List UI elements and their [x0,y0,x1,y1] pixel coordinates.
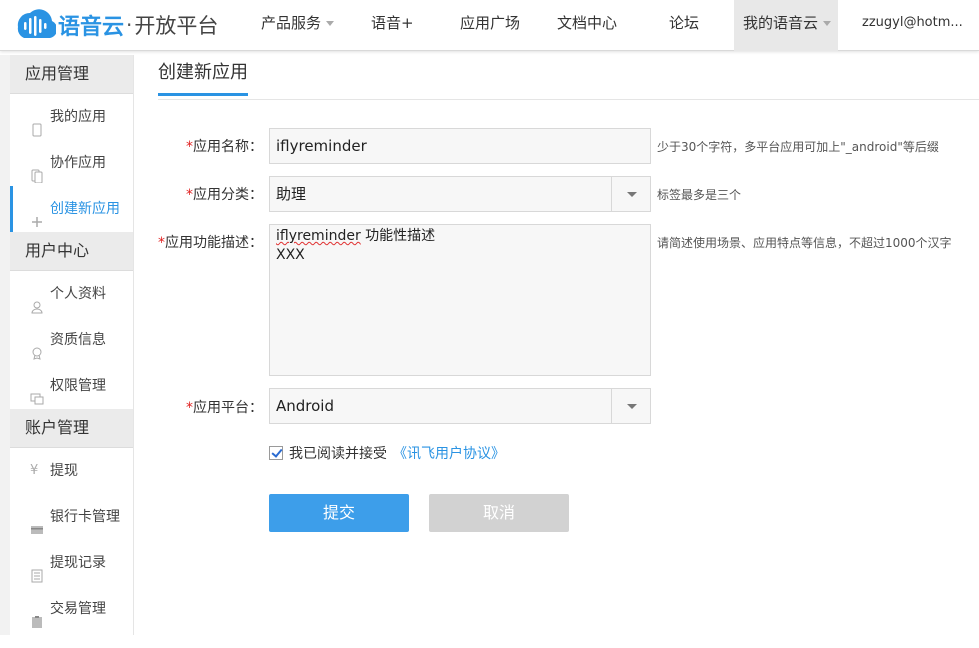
sidebar-item-withdraw-records[interactable]: 提现记录 [10,540,133,586]
description-text: 功能性描述 [360,228,436,244]
sidebar-item-my-apps[interactable]: 我的应用 [10,94,133,140]
agreement-text: 我已阅读并接受 [289,446,387,462]
app-category-hint: 标签最多是三个 [657,188,742,202]
app-category-select[interactable]: 助理 [269,176,651,212]
nav-app-square[interactable]: 应用广场 [460,0,520,51]
app-category-label-text: 应用分类： [193,187,263,203]
app-name-label-text: 应用名称： [193,139,263,155]
voice-cloud-logo-icon [12,7,58,43]
sidebar-item-label: 资质信息 [50,332,106,348]
user-email: zzugyl@hotm... [862,15,963,30]
sidebar-item-qualification[interactable]: 资质信息 [10,317,133,363]
sidebar-item-label: 提现记录 [50,555,106,571]
sidebar-item-label: 协作应用 [50,155,106,171]
agreement-row: 我已阅读并接受 《讯飞用户协议》 [269,443,505,463]
sidebar-group-app-management: 应用管理 [10,55,133,94]
nav-voice-plus-label: 语音+ [371,14,414,32]
badge-icon [30,333,44,360]
app-name-input[interactable]: iflyreminder [269,128,651,164]
sidebar-item-transactions[interactable]: 交易管理 [10,586,133,632]
user-icon [30,287,44,314]
user-account-menu[interactable]: zzugyl@hotm... [862,0,963,51]
misspelled-word: iflyreminder [276,228,361,244]
sidebar-item-withdraw[interactable]: ¥ 提现 [10,448,133,494]
required-mark: * [186,187,193,203]
sidebar-item-label: 提现 [50,463,78,479]
list-icon [30,556,44,583]
nav-voice-plus[interactable]: 语音+ [371,0,414,51]
required-mark: * [186,139,193,155]
top-nav-bar: 语音云 · 开放平台 产品服务 语音+ 应用广场 文档中心 论坛 我的语音云 z… [0,0,979,51]
app-category-value: 助理 [276,185,307,203]
sidebar-item-label: 个人资料 [50,286,106,302]
description-line-1: iflyreminder 功能性描述 [276,227,644,246]
app-description-label: *应用功能描述： [158,232,263,252]
nav-forum-label: 论坛 [669,14,700,32]
nav-products[interactable]: 产品服务 [261,0,335,51]
chevron-down-icon [823,21,832,26]
required-mark: * [186,400,193,416]
app-platform-select[interactable]: Android [269,388,651,424]
description-line-2: XXX [276,247,305,263]
phone-icon [30,110,44,137]
sidebar-item-collab-apps[interactable]: 协作应用 [10,140,133,186]
app-category-label: *应用分类： [186,184,263,204]
sidebar-group-user-center: 用户中心 [10,232,133,271]
sidebar-item-label: 交易管理 [50,601,106,617]
card-icon [30,510,44,534]
app-platform-label: *应用平台： [186,397,263,417]
app-platform-value: Android [276,397,334,415]
phones-icon [30,156,44,184]
brand-subtitle: 开放平台 [134,14,219,38]
yen-icon: ¥ [30,463,39,478]
dropdown-arrow-icon[interactable] [611,389,650,423]
brand-separator: · [126,13,133,37]
sidebar-item-label: 我的应用 [50,109,106,125]
nav-app-square-label: 应用广场 [460,14,521,32]
nav-products-label: 产品服务 [261,14,322,32]
required-mark: * [158,235,165,251]
nav-forum[interactable]: 论坛 [669,0,699,51]
dropdown-arrow-icon[interactable] [611,177,650,211]
app-name-hint: 少于30个字符，多平台应用可加上"_android"等后缀 [657,140,939,154]
nav-docs[interactable]: 文档中心 [557,0,617,51]
sidebar-item-profile[interactable]: 个人资料 [10,271,133,317]
user-agreement-link[interactable]: 《讯飞用户协议》 [393,443,505,463]
sidebar-item-permissions[interactable]: 权限管理 [10,363,133,409]
app-description-textarea[interactable]: iflyreminder 功能性描述 XXX [269,224,651,376]
sidebar-item-create-app[interactable]: 创建新应用 [10,186,133,232]
cancel-button[interactable]: 取消 [429,494,569,532]
sidebar-item-label: 权限管理 [50,378,106,394]
logo[interactable]: 语音云 · 开放平台 [12,5,218,45]
sidebar-item-label: 创建新应用 [50,201,120,217]
submit-button[interactable]: 提交 [269,494,409,532]
sidebar-item-label: 银行卡管理 [50,509,120,525]
app-description-label-text: 应用功能描述： [165,235,263,251]
sidebar: 应用管理 我的应用 协作应用 创建新应用 用户中心 个人资料 资质信息 权限管理… [10,55,134,635]
nav-docs-label: 文档中心 [557,14,618,32]
tab-divider [158,99,979,100]
chevron-down-icon [326,21,335,26]
plus-icon [30,202,44,227]
agreement-checkbox[interactable] [269,446,283,460]
app-name-label: *应用名称： [186,136,263,156]
app-platform-label-text: 应用平台： [193,400,263,416]
brand-name: 语音云 [58,15,125,40]
nav-my-voice-cloud[interactable]: 我的语音云 [734,0,838,51]
sidebar-item-bank-cards[interactable]: 银行卡管理 [10,494,133,540]
left-gutter [0,55,10,635]
clipboard-icon [30,602,44,628]
tab-create-app[interactable]: 创建新应用 [158,58,248,96]
nav-my-voice-cloud-label: 我的语音云 [743,14,819,32]
sidebar-group-account-management: 账户管理 [10,409,133,448]
app-description-hint: 请简述使用场景、应用特点等信息，不超过1000个汉字 [657,236,952,250]
monitor-icon [30,379,44,405]
